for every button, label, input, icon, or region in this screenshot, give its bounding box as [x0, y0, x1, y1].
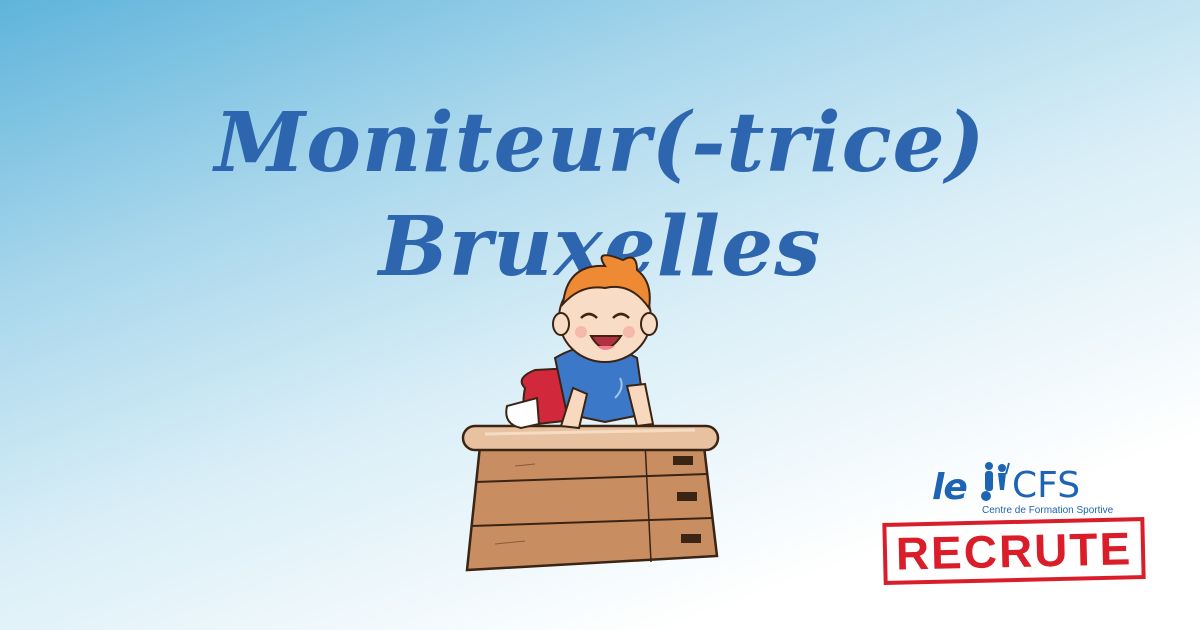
logo-prefix: le [932, 467, 968, 508]
logo-name: CFS [1012, 465, 1081, 506]
recrute-stamp: RECRUTE [882, 517, 1146, 585]
recruitment-banner: Moniteur(-trice) Bruxelles le CFS Centre… [0, 0, 1200, 630]
child-figure [505, 254, 658, 430]
logo-subtitle: Centre de Formation Sportive [982, 505, 1114, 516]
child-on-vaulting-box-illustration [461, 254, 720, 572]
athletes-icon [981, 462, 1010, 501]
vaulting-box [461, 424, 720, 572]
headline-line-1: Moniteur(-trice) [214, 95, 986, 191]
cfs-logo: le CFS Centre de Formation Sportive [930, 458, 1120, 518]
